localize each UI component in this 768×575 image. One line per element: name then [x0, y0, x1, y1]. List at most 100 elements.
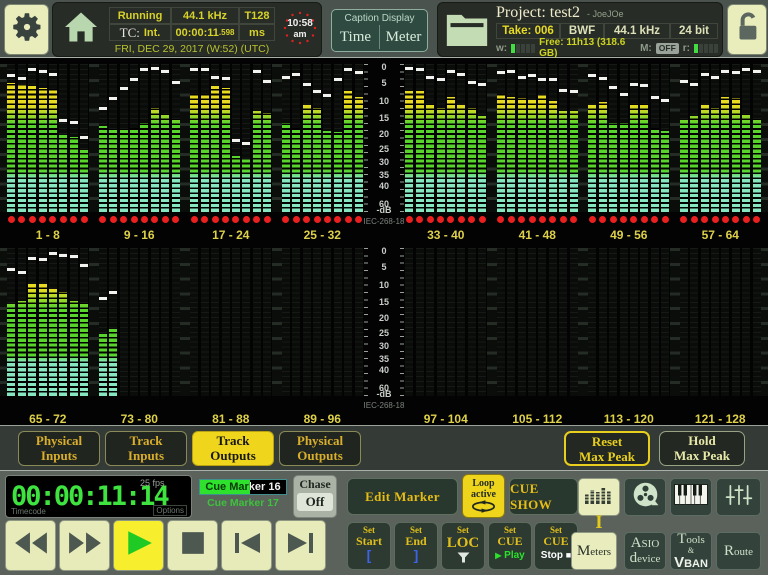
loop-active-button[interactable]: Loop active	[462, 474, 505, 518]
meter-channel	[252, 248, 261, 396]
read-meter	[694, 43, 718, 53]
view-track-inputs-button[interactable]: Track Inputs	[105, 431, 187, 466]
meter-channel	[171, 64, 180, 212]
signal-dot	[190, 215, 198, 223]
monitor-off-badge[interactable]: OFF	[655, 42, 679, 54]
signal-dot	[426, 215, 434, 223]
meter-fill	[98, 126, 107, 212]
meter-channel	[48, 248, 57, 396]
fast-forward-button[interactable]	[59, 520, 110, 571]
peak-indicator	[446, 70, 455, 73]
route-button[interactable]: Route	[716, 532, 761, 570]
signal-dot	[49, 215, 57, 223]
peak-indicator	[28, 68, 37, 71]
meter-channel	[231, 64, 240, 212]
meter-channel	[221, 248, 230, 396]
view-physical-outputs-button[interactable]: Physical Outputs	[279, 431, 361, 466]
tick-strip	[0, 248, 7, 396]
unlock-icon	[732, 10, 762, 49]
meter-bank: 113 - 120	[588, 246, 670, 428]
signal-dot	[701, 215, 709, 223]
bank-label: 81 - 88	[212, 412, 250, 426]
signal-dot-row	[190, 396, 271, 410]
meter-channel	[69, 64, 78, 212]
lock-button[interactable]	[727, 4, 767, 55]
meter-channel	[538, 64, 547, 212]
set-loc-button[interactable]: Set LOC	[441, 522, 485, 570]
top-bar: Running 44.1 kHz T128 TC: Int. 00:00:11.…	[0, 0, 768, 59]
cue-marker-current[interactable]: Cue Marker 16 Cue Marker 16	[199, 479, 287, 495]
peak-indicator	[690, 83, 699, 86]
meters-bars-icon	[584, 485, 614, 510]
scale-label: 30	[378, 341, 389, 352]
clock-ampm: am	[293, 29, 307, 39]
view-button-line1: Track	[216, 433, 250, 448]
caption-time-button[interactable]: Time	[332, 25, 379, 49]
tools-vban-button[interactable]: Tools & VBAN	[670, 532, 712, 570]
signal-dot	[690, 215, 698, 223]
meter-bank: 89 - 96	[281, 246, 363, 428]
signal-dot	[292, 215, 300, 223]
tick-strip	[180, 248, 190, 396]
meter-channel	[28, 248, 37, 396]
settings-button[interactable]	[4, 4, 49, 55]
rewind-button[interactable]	[5, 520, 56, 571]
meters-button[interactable]: Meters	[571, 532, 617, 570]
peak-indicator	[457, 73, 466, 76]
meter-channel	[629, 64, 638, 212]
options-caption[interactable]: Options	[153, 505, 187, 516]
clock-display[interactable]: 10:58 am	[281, 8, 319, 52]
next-button[interactable]	[275, 520, 326, 571]
meter-channel	[711, 248, 720, 396]
peak-indicator	[7, 268, 16, 271]
view-track-outputs-button[interactable]: Track Outputs	[192, 431, 274, 466]
reset-max-peak-button[interactable]: Reset Max Peak	[564, 431, 650, 466]
signal-dot	[334, 215, 342, 223]
set-start-button[interactable]: Set Start[	[347, 522, 391, 570]
tab-recorder-icon-button[interactable]	[624, 478, 666, 516]
cue-show-button[interactable]: CUE SHOW	[509, 478, 578, 515]
view-physical-inputs-button[interactable]: Physical Inputs	[18, 431, 100, 466]
meter-channel	[415, 248, 424, 396]
meter-channel	[323, 248, 332, 396]
meter-fill	[538, 95, 547, 212]
signal-dot	[640, 215, 648, 223]
meter-channel	[231, 248, 240, 396]
chase-value: Off	[297, 493, 333, 511]
meter-channel	[742, 248, 751, 396]
edit-marker-button[interactable]: Edit Marker	[347, 478, 458, 515]
meter-fill	[323, 131, 332, 212]
hold-max-peak-button[interactable]: Hold Max Peak	[659, 431, 745, 466]
set-button-tag: ▶ Play	[495, 550, 525, 562]
tab-meters-icon-button[interactable]	[578, 478, 620, 516]
meter-channel	[109, 248, 118, 396]
meter-channel	[496, 248, 505, 396]
meter-channels	[405, 64, 487, 212]
timecode-panel[interactable]: 00:00:11:14 25 fps Timecode Options	[5, 475, 192, 518]
previous-button[interactable]	[221, 520, 272, 571]
signal-dot	[620, 215, 628, 223]
play-button[interactable]	[113, 520, 164, 571]
meter-fill	[7, 304, 16, 396]
peak-indicator	[436, 78, 445, 81]
set-end-button[interactable]: Set End]	[394, 522, 438, 570]
meter-channel	[48, 64, 57, 212]
stop-button[interactable]	[167, 520, 218, 571]
set-button-main-label: LOC	[446, 535, 480, 551]
tab-routing-icon-button[interactable]	[716, 478, 761, 516]
home-button[interactable]	[59, 9, 103, 49]
meter-channel	[426, 248, 435, 396]
signal-dot-row	[405, 212, 486, 226]
signal-dot	[478, 215, 486, 223]
cue-marker-next[interactable]: Cue Marker 17	[193, 497, 293, 509]
caption-meter-button[interactable]: Meter	[379, 25, 427, 49]
asio-device-button[interactable]: ASIO device	[624, 532, 666, 570]
signal-dot-row	[99, 212, 180, 226]
tab-keyboard-icon-button[interactable]	[670, 478, 712, 516]
meter-fill	[140, 123, 149, 212]
set-cue-play-button[interactable]: Set CUE ▶ Play	[488, 522, 532, 570]
meter-channel	[98, 64, 107, 212]
tick-strip	[761, 64, 768, 212]
folder-icon[interactable]	[445, 11, 489, 53]
chase-button[interactable]: Chase Off	[293, 475, 337, 518]
